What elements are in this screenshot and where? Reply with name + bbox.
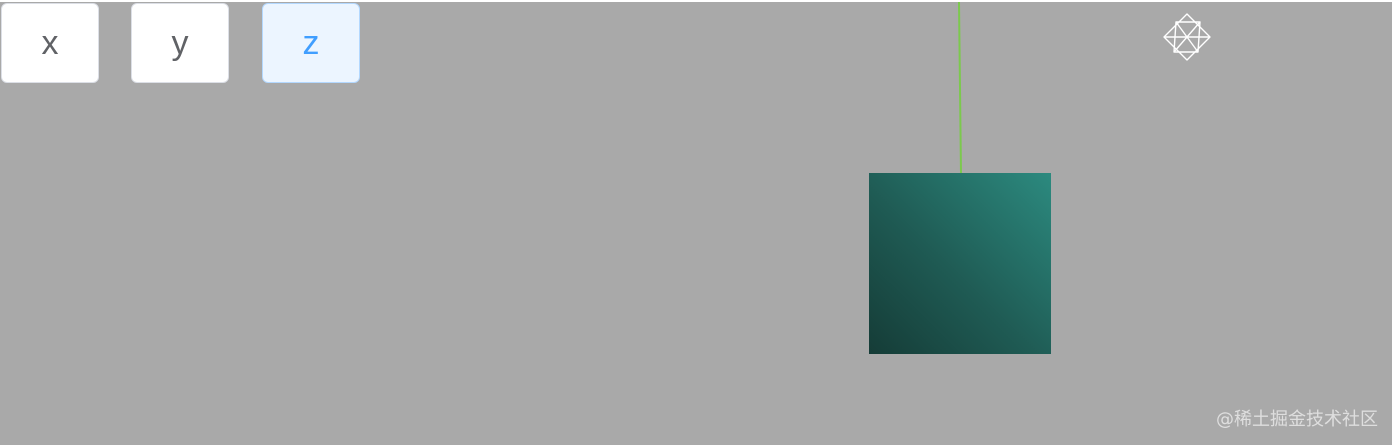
- wireframe-octahedron-icon: [1163, 13, 1211, 61]
- watermark-text: @稀土掘金技术社区: [1216, 409, 1378, 430]
- 3d-scene-canvas[interactable]: [0, 0, 1392, 445]
- y-axis-line: [958, 1, 962, 175]
- cube-mesh[interactable]: [869, 173, 1051, 354]
